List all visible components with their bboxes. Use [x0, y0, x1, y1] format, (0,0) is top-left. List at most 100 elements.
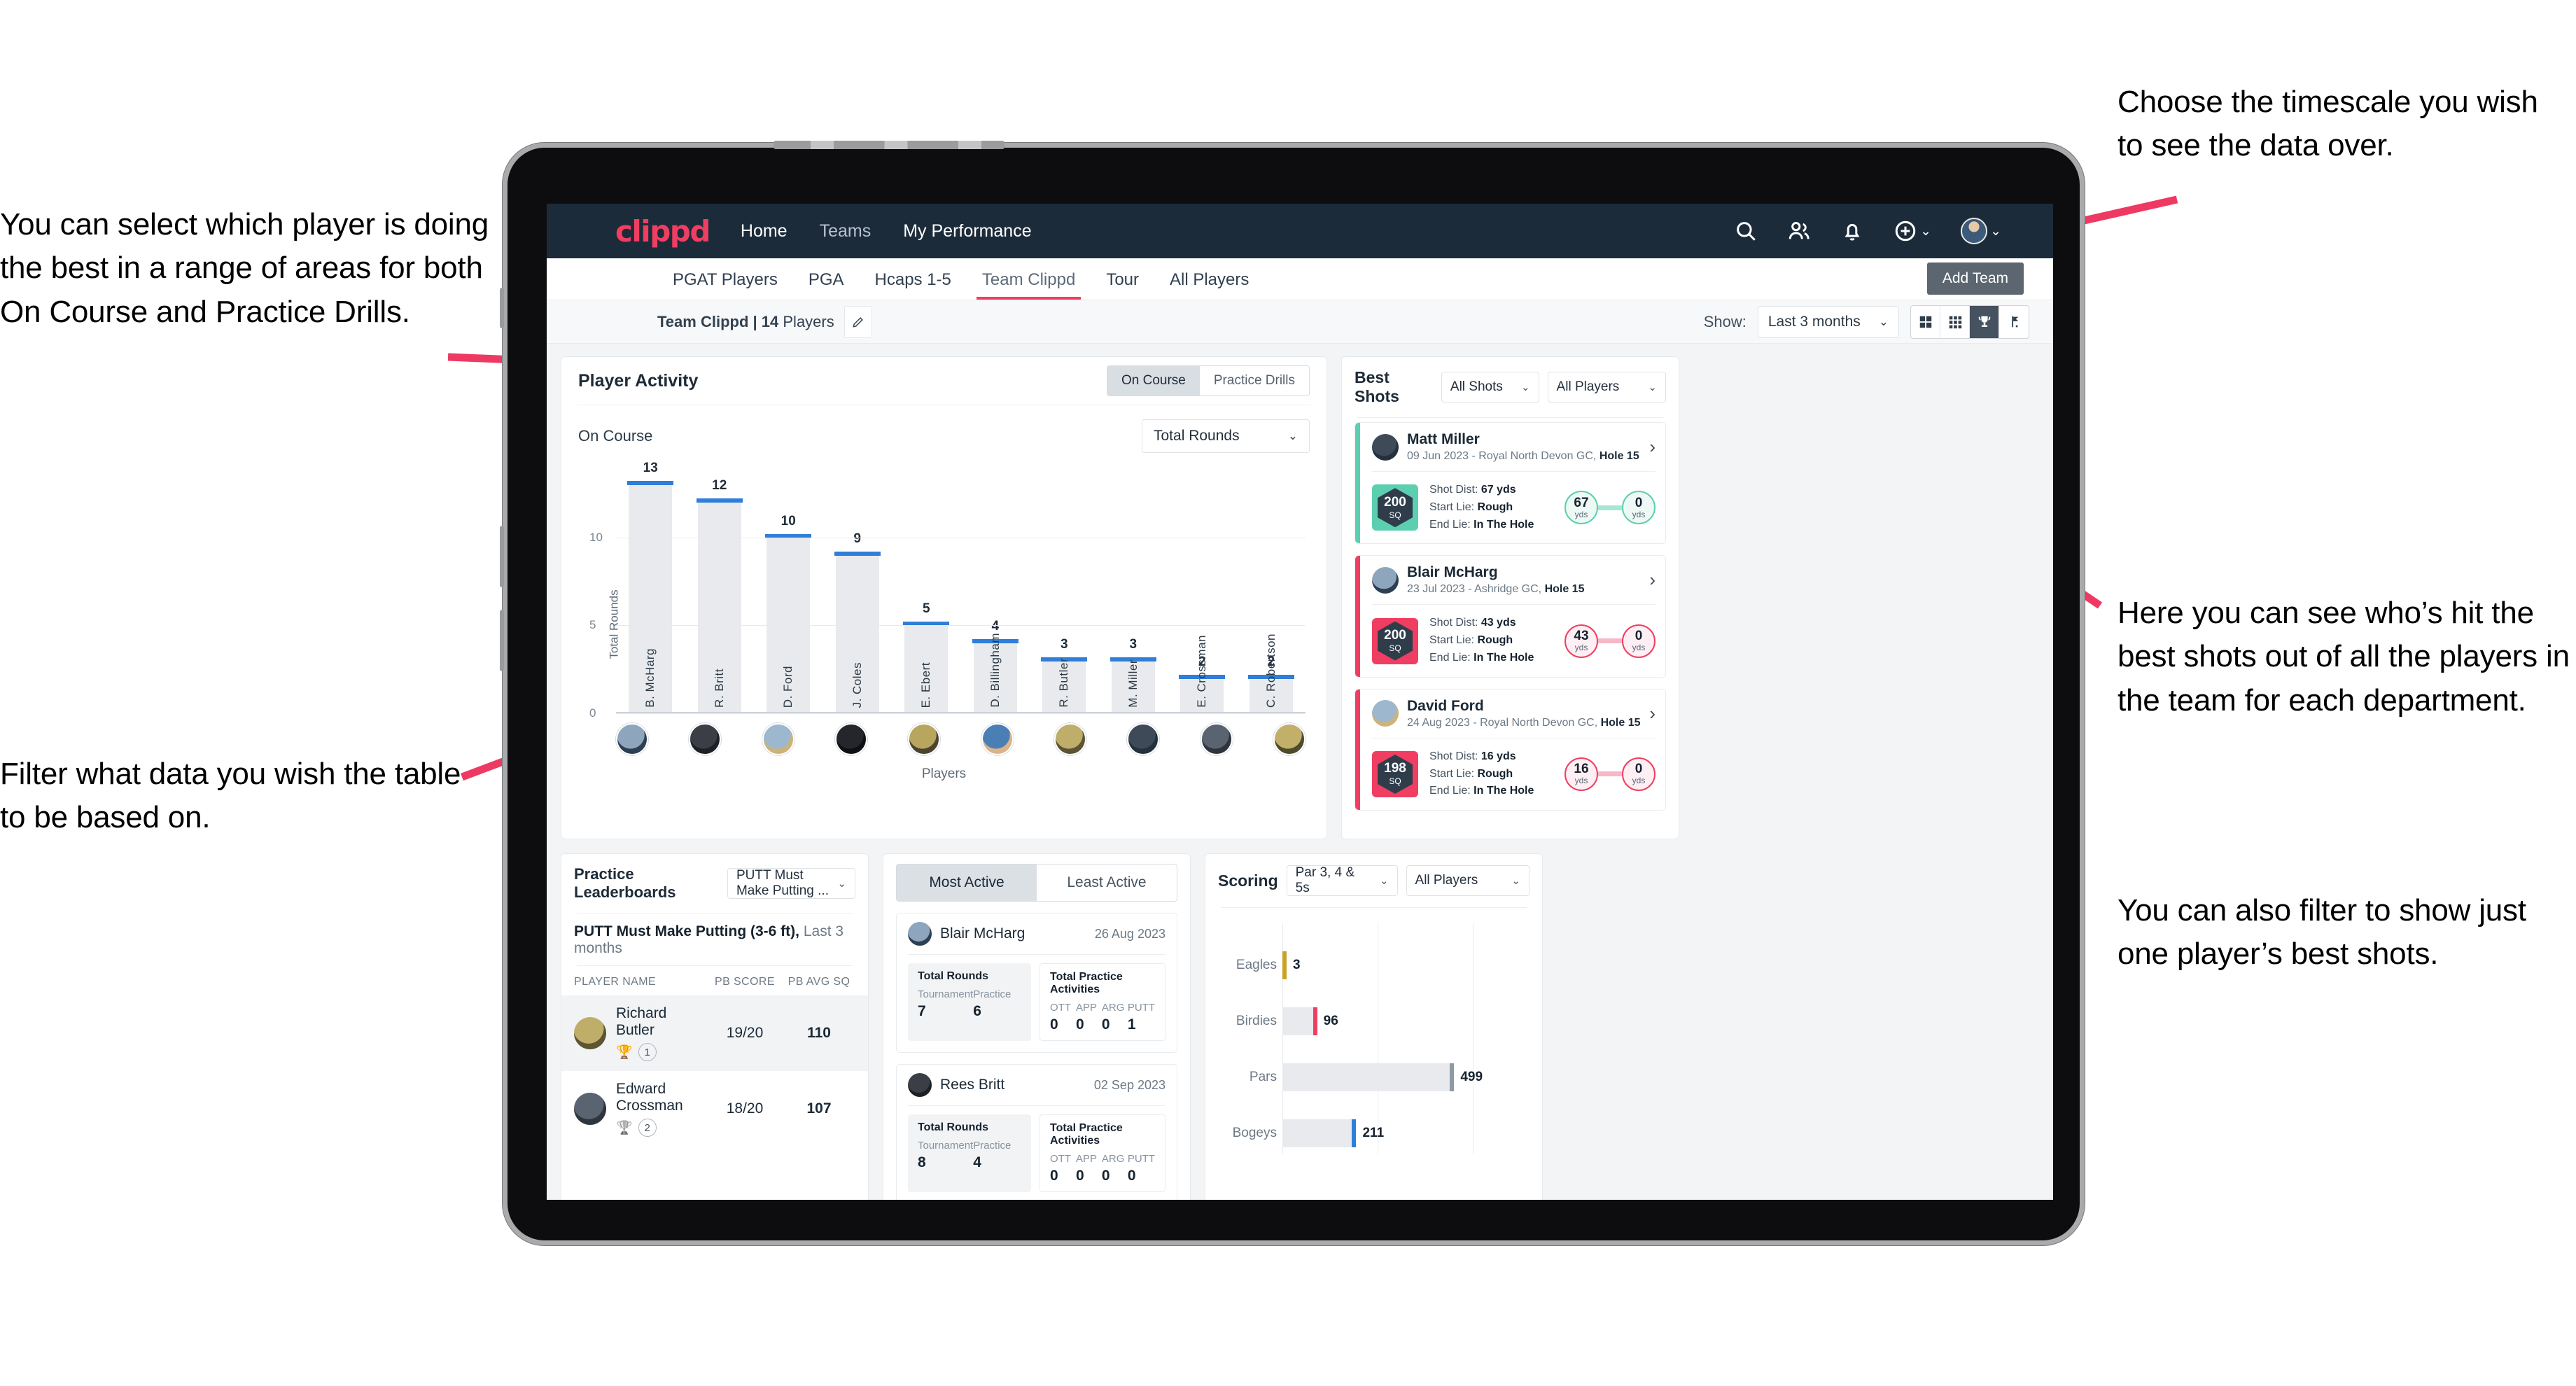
player-avatar[interactable]: [1127, 723, 1160, 755]
tab-hcaps-1-5[interactable]: Hcaps 1-5: [860, 270, 967, 300]
grid-3x3-icon[interactable]: [1940, 305, 1970, 338]
scoring-bar-endcap: [1312, 1007, 1317, 1035]
bar-column[interactable]: 3 R. Butler: [1030, 467, 1099, 713]
player-avatar[interactable]: [1054, 723, 1086, 755]
nav-link-my-performance[interactable]: My Performance: [903, 221, 1031, 241]
best-shot-player-name: Blair McHarg: [1407, 564, 1498, 581]
clippd-logo[interactable]: clippd: [615, 214, 710, 248]
best-shot-date-course: 23 Jul 2023 - Ashridge GC,: [1407, 583, 1545, 596]
tab-all-players[interactable]: All Players: [1154, 270, 1264, 300]
scoring-row[interactable]: Eagles 3: [1236, 951, 1530, 979]
shot-end-marker: 0 yds: [1622, 757, 1656, 791]
table-row[interactable]: Richard Butler 🏆 1 19/20 110: [561, 995, 868, 1071]
bell-icon[interactable]: [1840, 219, 1864, 243]
bar-cap: [627, 481, 674, 486]
bar-column[interactable]: 12 R. Britt: [685, 467, 755, 713]
best-shots-player-value: All Players: [1556, 379, 1620, 394]
bar-column[interactable]: 5 E. Ebert: [892, 467, 961, 713]
tab-team-clippd[interactable]: Team Clippd: [967, 270, 1091, 300]
chevron-down-icon: ⌄: [1878, 314, 1889, 328]
search-icon[interactable]: [1734, 219, 1758, 243]
tab-most-active[interactable]: Most Active: [897, 864, 1037, 901]
practice-column-value: 1: [1127, 1016, 1136, 1032]
metric-select[interactable]: Total Rounds ⌄: [1142, 419, 1310, 453]
player-avatar[interactable]: [616, 723, 648, 755]
table-row[interactable]: Edward Crossman 🏆 2 18/20 107: [561, 1071, 868, 1147]
best-shot-meta: 24 Aug 2023 - Royal North Devon GC, Hole…: [1407, 717, 1641, 729]
shot-quality-unit: SQ: [1389, 643, 1401, 654]
edit-team-button[interactable]: [844, 305, 872, 338]
bar-column[interactable]: 3 M. Miller: [1099, 467, 1168, 713]
nav-link-home[interactable]: Home: [741, 221, 788, 241]
tab-tour[interactable]: Tour: [1091, 270, 1154, 300]
scoring-row[interactable]: Bogeys 211: [1233, 1119, 1530, 1147]
golf-flag-icon[interactable]: [1999, 306, 2029, 338]
best-shots-player-select[interactable]: All Players ⌄: [1547, 372, 1666, 402]
activity-card-header: Rees Britt 02 Sep 2023: [897, 1065, 1177, 1105]
scoring-player-select[interactable]: All Players ⌄: [1406, 865, 1530, 896]
player-avatar[interactable]: [1200, 723, 1233, 755]
tab-least-active[interactable]: Least Active: [1037, 864, 1177, 901]
shot-start-unit: yds: [1574, 776, 1588, 786]
activity-player-card[interactable]: Blair McHarg 26 Aug 2023 Total Rounds To…: [896, 913, 1177, 1053]
bar-column[interactable]: 2 C. Robertson: [1237, 467, 1306, 713]
bar-value-label: 10: [780, 513, 796, 528]
bar-column[interactable]: 4 D. Billingham: [961, 467, 1030, 713]
activity-player-card[interactable]: Rees Britt 02 Sep 2023 Total Rounds Tour…: [896, 1064, 1177, 1200]
chevron-right-icon[interactable]: ›: [1649, 703, 1656, 724]
plus-circle-icon[interactable]: [1893, 219, 1917, 243]
top-navigation-bar: clippd Home Teams My Performance ⌄ ⌄: [547, 204, 2053, 258]
bar-column[interactable]: 13 B. McHarg: [616, 461, 685, 713]
best-shot-card[interactable]: Blair McHarg 23 Jul 2023 - Ashridge GC, …: [1354, 555, 1666, 678]
shot-type-select[interactable]: All Shots ⌄: [1441, 372, 1539, 402]
practice-column-value: 0: [1101, 1168, 1110, 1184]
player-avatar[interactable]: [834, 723, 867, 755]
scoring-row[interactable]: Birdies 96: [1236, 1007, 1530, 1035]
trophy-icon[interactable]: [1970, 305, 1999, 338]
practice-column: APP 0: [1076, 1153, 1102, 1184]
add-menu[interactable]: ⌄: [1893, 219, 1931, 243]
shot-start-marker: 43 yds: [1564, 624, 1598, 658]
timescale-select[interactable]: Last 3 months ⌄: [1757, 305, 1899, 338]
nav-link-teams[interactable]: Teams: [820, 221, 872, 241]
chevron-right-icon[interactable]: ›: [1649, 436, 1656, 458]
grid-2x2-icon[interactable]: [1911, 305, 1940, 338]
drill-select[interactable]: PUTT Must Make Putting ... ⌄: [727, 868, 855, 899]
end-lie-label: End Lie:: [1429, 785, 1474, 797]
add-team-button[interactable]: Add Team: [1926, 262, 2024, 295]
chevron-right-icon[interactable]: ›: [1649, 569, 1656, 591]
best-shot-header: Matt Miller 09 Jun 2023 - Royal North De…: [1362, 423, 1665, 471]
par-filter-select[interactable]: Par 3, 4 & 5s ⌄: [1286, 865, 1398, 896]
tab-pga[interactable]: PGA: [793, 270, 860, 300]
shot-end-unit: yds: [1632, 643, 1646, 653]
practice-column-value: 0: [1075, 1016, 1084, 1032]
total-practice-columns: OTT 0 APP 0 ARG 0 PUTT 0: [1050, 1153, 1155, 1184]
bar-column[interactable]: 2 E. Crossman: [1168, 467, 1237, 713]
player-avatar[interactable]: [908, 723, 941, 755]
best-shot-card[interactable]: David Ford 24 Aug 2023 - Royal North Dev…: [1354, 688, 1666, 811]
best-shot-card[interactable]: Matt Miller 09 Jun 2023 - Royal North De…: [1354, 422, 1666, 545]
player-avatar[interactable]: [689, 723, 722, 755]
user-menu[interactable]: ⌄: [1961, 218, 2001, 244]
bar-category-label: E. Crossman: [1195, 635, 1209, 708]
avatar[interactable]: [1961, 218, 1988, 244]
tab-strip: PGAT Players PGA Hcaps 1-5 Team Clippd T…: [547, 258, 2053, 300]
practice-column: OTT 0: [1050, 1153, 1076, 1184]
bar-category-label: J. Coles: [850, 662, 864, 708]
player-avatar[interactable]: [1273, 723, 1306, 755]
tab-pgat-players[interactable]: PGAT Players: [657, 270, 793, 300]
segment-practice-drills[interactable]: Practice Drills: [1199, 366, 1309, 396]
scoring-row[interactable]: Pars 499: [1250, 1063, 1530, 1091]
trophy-icon: 🏆: [616, 1045, 633, 1060]
player-avatar[interactable]: [762, 723, 794, 755]
team-toolbar: Team Clippd | 14 Players Show: Last 3 mo…: [547, 300, 2053, 344]
activity-card-header: Blair McHarg 26 Aug 2023: [897, 913, 1177, 954]
player-avatar[interactable]: [981, 723, 1014, 755]
best-shot-meta: 23 Jul 2023 - Ashridge GC, Hole 15: [1407, 583, 1584, 596]
total-practice-box: Total Practice Activities OTT 0 APP 0 AR…: [1040, 1114, 1166, 1192]
bar-column[interactable]: 10 D. Ford: [754, 467, 823, 713]
segment-on-course[interactable]: On Course: [1107, 366, 1200, 396]
bar-column[interactable]: 9 J. Coles: [823, 467, 892, 713]
shot-dist-value: 16 yds: [1480, 750, 1516, 762]
people-icon[interactable]: [1787, 219, 1811, 243]
